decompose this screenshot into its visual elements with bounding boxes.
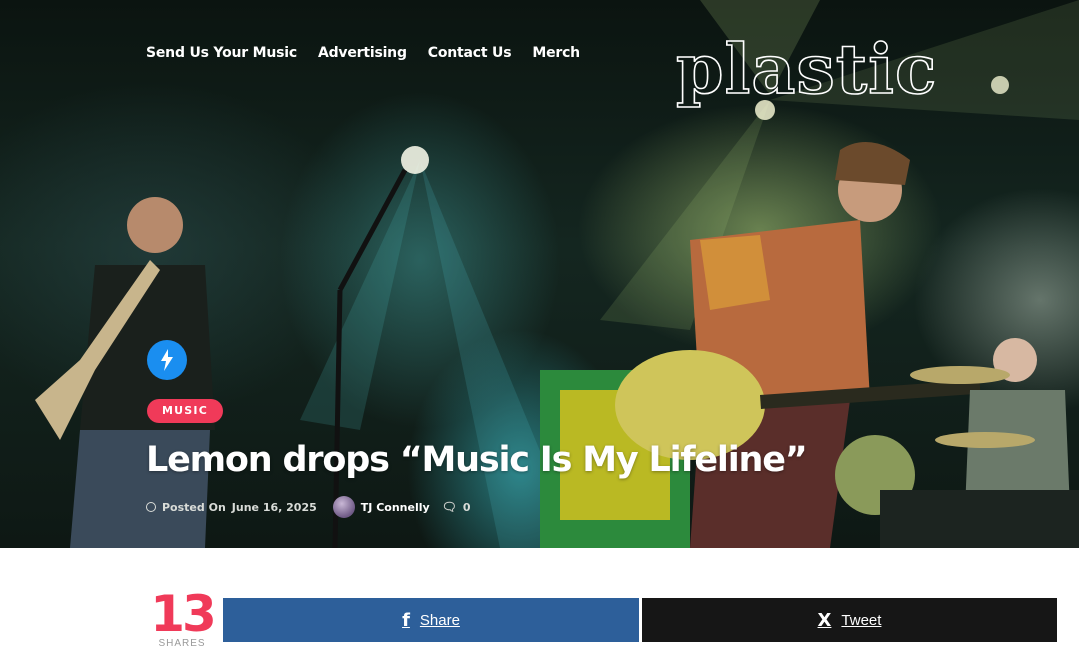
facebook-share-label: Share — [419, 611, 460, 629]
posted-label: Posted On — [162, 500, 226, 514]
comment-count[interactable]: 0 — [463, 501, 471, 514]
author-avatar[interactable] — [332, 496, 355, 518]
comment-icon[interactable]: 🗨 — [442, 500, 457, 514]
article-meta: Posted On June 16, 2025 TJ Connelly 🗨 0 — [146, 496, 471, 518]
clock-icon — [146, 502, 156, 512]
article-title: Lemon drops “Music Is My Lifeline” — [146, 440, 808, 480]
x-icon: X — [817, 609, 832, 631]
post-date: June 16, 2025 — [231, 500, 317, 514]
facebook-icon: f — [402, 609, 410, 631]
share-count: 13 — [150, 585, 217, 643]
author-name[interactable]: TJ Connelly — [361, 501, 430, 514]
lightning-icon — [147, 340, 187, 380]
lightning-glyph — [161, 349, 173, 371]
site-logo[interactable]: plastic — [675, 29, 937, 111]
x-tweet-button[interactable]: X Tweet — [642, 598, 1057, 642]
category-badge[interactable]: MUSIC — [147, 399, 223, 423]
nav-advertising[interactable]: Advertising — [318, 45, 407, 61]
nav-contact-us[interactable]: Contact Us — [428, 45, 512, 61]
main-navigation: Send Us Your Music Advertising Contact U… — [146, 45, 580, 61]
hero-image: Send Us Your Music Advertising Contact U… — [0, 0, 1079, 548]
nav-send-us-your-music[interactable]: Send Us Your Music — [146, 45, 297, 61]
share-counter: 13 SHARES — [148, 585, 217, 649]
nav-merch[interactable]: Merch — [532, 45, 580, 61]
tweet-label: Tweet — [841, 611, 882, 629]
facebook-share-button[interactable]: f Share — [223, 598, 639, 642]
